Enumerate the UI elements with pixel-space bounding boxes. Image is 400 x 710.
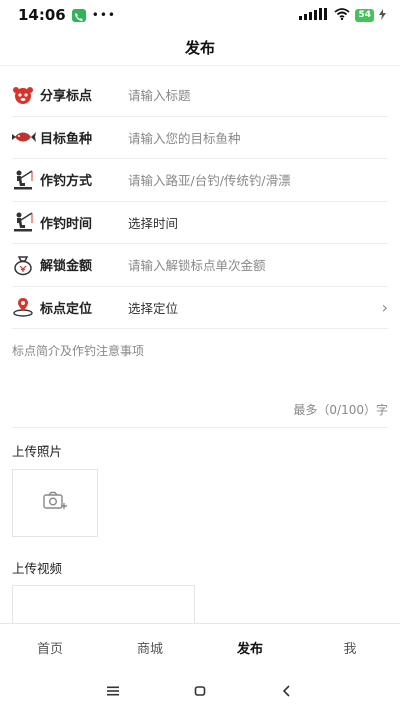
row-unlock-amount[interactable]: 解锁金额 请输入解锁标点单次金额: [12, 244, 388, 287]
money-bag-icon: [12, 252, 38, 278]
system-nav-bar: [0, 671, 400, 710]
more-notifications-icon: •••: [91, 8, 116, 22]
character-counter: 最多（0/100）字: [293, 403, 388, 417]
upload-photo-label: 上传照片: [12, 444, 63, 459]
title-input[interactable]: 请输入标题: [128, 85, 388, 104]
row-label: 目标鱼种: [40, 131, 93, 147]
description-textarea[interactable]: 标点简介及作钓注意事项 最多（0/100）字: [12, 336, 388, 428]
row-label: 标点定位: [40, 301, 93, 317]
wifi-icon: [334, 6, 351, 24]
status-bar: 14:06 ••• 54: [0, 0, 400, 30]
description-placeholder: 标点简介及作钓注意事项: [12, 344, 145, 358]
add-photo-icon: [42, 491, 68, 515]
tab-publish[interactable]: 发布: [200, 638, 300, 657]
time-picker[interactable]: 选择时间: [128, 213, 388, 232]
signal-icon: [299, 6, 329, 24]
publish-form: 分享标点 请输入标题 目标鱼种 请输入您的目标鱼种 作钓方式 请输入路亚/台钓/…: [12, 74, 388, 329]
upload-photo-button[interactable]: [12, 469, 98, 537]
row-share-spot[interactable]: 分享标点 请输入标题: [12, 74, 388, 117]
fish-icon: [12, 124, 38, 150]
row-label: 分享标点: [40, 89, 93, 105]
fish-face-icon: [12, 82, 38, 108]
fisherman-icon: [12, 167, 38, 193]
upload-video-label: 上传视频: [12, 561, 63, 576]
fisherman-icon: [12, 209, 38, 235]
status-right: 54: [299, 6, 386, 24]
status-time: 14:06: [18, 6, 66, 24]
location-picker[interactable]: 选择定位: [128, 298, 374, 317]
row-label: 作钓方式: [40, 174, 93, 190]
tab-me[interactable]: 我: [300, 638, 400, 657]
upload-video-button[interactable]: [12, 585, 195, 625]
row-label: 解锁金额: [40, 259, 93, 275]
page-title: 发布: [184, 39, 215, 57]
location-pin-icon: [12, 294, 38, 320]
home-square-icon[interactable]: [188, 679, 212, 703]
call-icon: [71, 8, 86, 22]
row-fishing-time[interactable]: 作钓时间 选择时间: [12, 202, 388, 244]
fish-species-input[interactable]: 请输入您的目标鱼种: [128, 128, 388, 147]
row-label: 作钓时间: [40, 216, 93, 232]
tab-mall[interactable]: 商城: [100, 638, 200, 657]
row-fishing-method[interactable]: 作钓方式 请输入路亚/台钓/传统钓/滑漂: [12, 159, 388, 202]
unlock-amount-input[interactable]: 请输入解锁标点单次金额: [128, 255, 388, 274]
page-header: 发布: [0, 30, 400, 66]
battery-icon: 54: [355, 8, 374, 22]
fishing-method-input[interactable]: 请输入路亚/台钓/传统钓/滑漂: [128, 170, 388, 189]
row-spot-location[interactable]: 标点定位 选择定位 ›: [12, 287, 388, 329]
menu-icon[interactable]: [101, 679, 125, 703]
bottom-tab-bar: 首页 商城 发布 我: [0, 623, 400, 671]
chevron-right-icon: ›: [381, 297, 388, 317]
row-target-fish[interactable]: 目标鱼种 请输入您的目标鱼种: [12, 117, 388, 159]
status-left: 14:06 •••: [18, 6, 116, 24]
tab-home[interactable]: 首页: [0, 638, 100, 657]
charging-icon: [379, 6, 386, 24]
back-icon[interactable]: [275, 679, 299, 703]
